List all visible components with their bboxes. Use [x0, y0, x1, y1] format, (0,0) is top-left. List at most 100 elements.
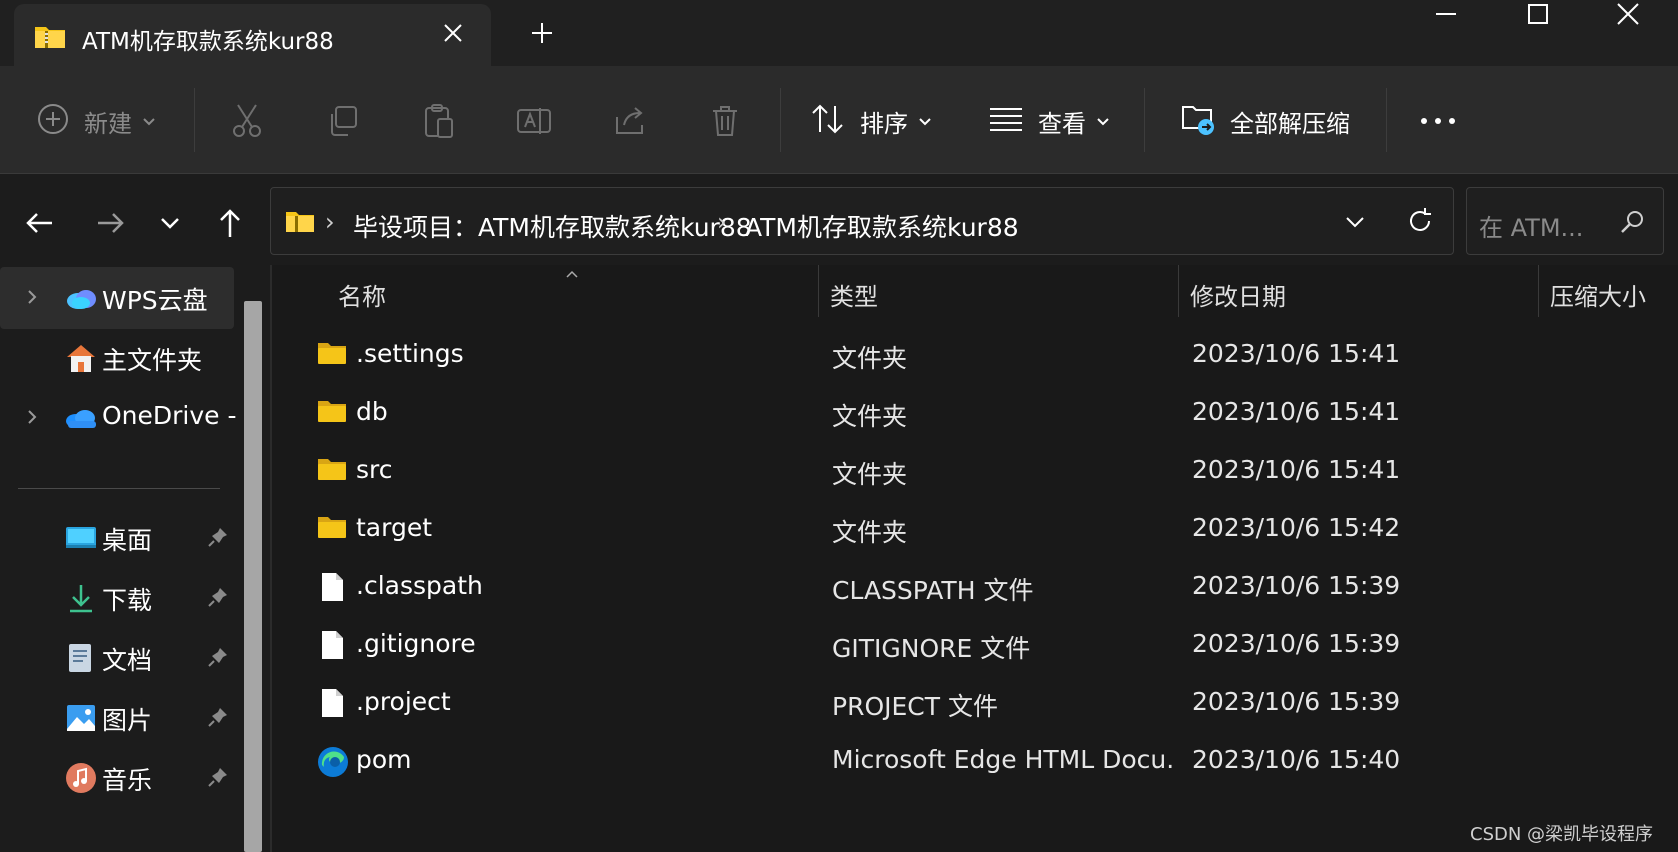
column-divider[interactable] — [818, 265, 819, 317]
file-date: 2023/10/6 15:41 — [1192, 455, 1401, 484]
zip-folder-icon — [34, 22, 66, 54]
download-icon — [64, 581, 98, 615]
sidebar-item-downloads[interactable]: 下载 — [0, 567, 234, 629]
sidebar-item-label: 图片 — [102, 706, 153, 735]
extract-all-button[interactable]: 全部解压缩 — [1180, 96, 1350, 146]
sidebar-item-label: 下载 — [102, 586, 153, 615]
sidebar-item-music[interactable]: 音乐 — [0, 747, 234, 809]
breadcrumb-item[interactable]: 毕设项目：ATM机存取款系统kur88 — [353, 208, 752, 244]
file-name: db — [356, 397, 388, 426]
toolbar-divider — [1144, 88, 1145, 152]
list-item[interactable]: .project PROJECT 文件 2023/10/6 15:39 — [272, 673, 1678, 735]
back-arrow-icon[interactable] — [22, 205, 58, 241]
share-icon[interactable] — [614, 96, 648, 146]
navigation-pane: WPS云盘 主文件夹 OneDrive - 桌面 下载 文档 图片 音乐 — [0, 265, 262, 852]
list-item[interactable]: .classpath CLASSPATH 文件 2023/10/6 15:39 — [272, 557, 1678, 619]
file-date: 2023/10/6 15:42 — [1192, 513, 1401, 542]
file-type: CLASSPATH 文件 — [832, 576, 1034, 605]
column-header-compressed-size[interactable]: 压缩大小 — [1550, 277, 1646, 312]
sidebar-item-label: 桌面 — [102, 526, 153, 555]
column-divider[interactable] — [1178, 265, 1179, 317]
search-box[interactable]: 在 ATM... — [1466, 187, 1664, 255]
more-options-icon[interactable] — [1418, 96, 1458, 146]
title-bar: ATM机存取款系统kur88 — [0, 0, 1678, 66]
paste-icon[interactable] — [422, 96, 456, 146]
sidebar-scrollbar[interactable] — [244, 301, 262, 852]
watermark-text: CSDN @梁凯毕设程序 — [1470, 824, 1654, 845]
list-item[interactable]: target 文件夹 2023/10/6 15:42 — [272, 499, 1678, 561]
close-window-icon[interactable] — [1610, 0, 1646, 30]
chevron-right-icon[interactable] — [24, 287, 40, 311]
close-tab-icon[interactable] — [438, 18, 468, 48]
music-icon — [64, 761, 98, 795]
copy-icon[interactable] — [326, 96, 360, 146]
file-name: .classpath — [356, 571, 483, 600]
desktop-icon — [64, 521, 98, 555]
sidebar-item-documents[interactable]: 文档 — [0, 627, 234, 689]
maximize-icon[interactable] — [1520, 0, 1556, 30]
file-name: .settings — [356, 339, 464, 368]
search-icon[interactable] — [1619, 208, 1647, 240]
sort-button[interactable]: 排序 — [810, 96, 932, 146]
list-item[interactable]: db 文件夹 2023/10/6 15:41 — [272, 383, 1678, 445]
sort-ascending-icon — [564, 265, 580, 284]
address-history-chevron-icon[interactable] — [1341, 208, 1369, 240]
breadcrumb-separator-icon: › — [325, 208, 335, 236]
pin-icon[interactable] — [206, 705, 230, 733]
recent-locations-chevron-icon[interactable] — [152, 205, 188, 241]
column-header-name[interactable]: 名称 — [338, 277, 386, 312]
sidebar-item-home[interactable]: 主文件夹 — [0, 327, 234, 389]
file-type: Microsoft Edge HTML Docu... — [832, 745, 1172, 774]
chevron-down-icon — [1096, 112, 1110, 131]
active-tab[interactable]: ATM机存取款系统kur88 — [14, 4, 491, 66]
file-date: 2023/10/6 15:39 — [1192, 571, 1401, 600]
file-list: 名称 类型 修改日期 压缩大小 .settings 文件夹 2023/10/6 … — [270, 265, 1678, 852]
extract-folder-icon — [1180, 101, 1216, 141]
file-icon — [316, 629, 348, 665]
extract-all-label: 全部解压缩 — [1230, 109, 1350, 138]
list-item[interactable]: .settings 文件夹 2023/10/6 15:41 — [272, 325, 1678, 387]
sidebar-item-onedrive[interactable]: OneDrive - — [0, 387, 237, 449]
file-name: pom — [356, 745, 412, 774]
sidebar-item-desktop[interactable]: 桌面 — [0, 507, 234, 569]
refresh-icon[interactable] — [1405, 206, 1435, 240]
pin-icon[interactable] — [206, 765, 230, 793]
address-bar[interactable]: › 毕设项目：ATM机存取款系统kur88 › ATM机存取款系统kur88 — [270, 187, 1454, 255]
minimize-icon[interactable] — [1426, 0, 1466, 30]
file-type: PROJECT 文件 — [832, 692, 998, 721]
sidebar-item-label: 主文件夹 — [102, 346, 203, 375]
view-button[interactable]: 查看 — [988, 96, 1110, 146]
list-item[interactable]: pom Microsoft Edge HTML Docu... 2023/10/… — [272, 731, 1678, 793]
sidebar-item-wps-cloud[interactable]: WPS云盘 — [0, 267, 234, 329]
search-placeholder: 在 ATM... — [1479, 214, 1584, 242]
new-button[interactable]: 新建 — [36, 96, 156, 146]
list-item[interactable]: src 文件夹 2023/10/6 15:41 — [272, 441, 1678, 503]
file-date: 2023/10/6 15:41 — [1192, 339, 1401, 368]
rename-icon[interactable] — [516, 96, 552, 146]
file-name: src — [356, 455, 393, 484]
column-divider[interactable] — [1538, 265, 1539, 317]
file-icon — [316, 687, 348, 723]
column-header-date[interactable]: 修改日期 — [1190, 277, 1286, 312]
folder-icon — [316, 513, 348, 545]
forward-arrow-icon[interactable] — [92, 205, 128, 241]
delete-icon[interactable] — [710, 96, 740, 146]
up-arrow-icon[interactable] — [212, 205, 248, 241]
sidebar-item-label: WPS云盘 — [102, 286, 208, 315]
column-header-row: 名称 类型 修改日期 压缩大小 — [272, 265, 1678, 319]
new-tab-icon[interactable] — [527, 18, 557, 48]
chevron-right-icon[interactable] — [24, 407, 40, 431]
file-name: .gitignore — [356, 629, 476, 658]
list-item[interactable]: .gitignore GITIGNORE 文件 2023/10/6 15:39 — [272, 615, 1678, 677]
pin-icon[interactable] — [206, 525, 230, 553]
pin-icon[interactable] — [206, 585, 230, 613]
new-button-label: 新建 — [84, 109, 132, 138]
file-type: 文件夹 — [832, 460, 908, 489]
column-header-type[interactable]: 类型 — [830, 277, 878, 312]
file-name: .project — [356, 687, 451, 716]
cut-icon[interactable] — [230, 96, 264, 146]
pin-icon[interactable] — [206, 645, 230, 673]
sidebar-item-pictures[interactable]: 图片 — [0, 687, 234, 749]
breadcrumb-item[interactable]: ATM机存取款系统kur88 — [745, 208, 1019, 244]
sidebar-item-label: 音乐 — [102, 766, 153, 795]
